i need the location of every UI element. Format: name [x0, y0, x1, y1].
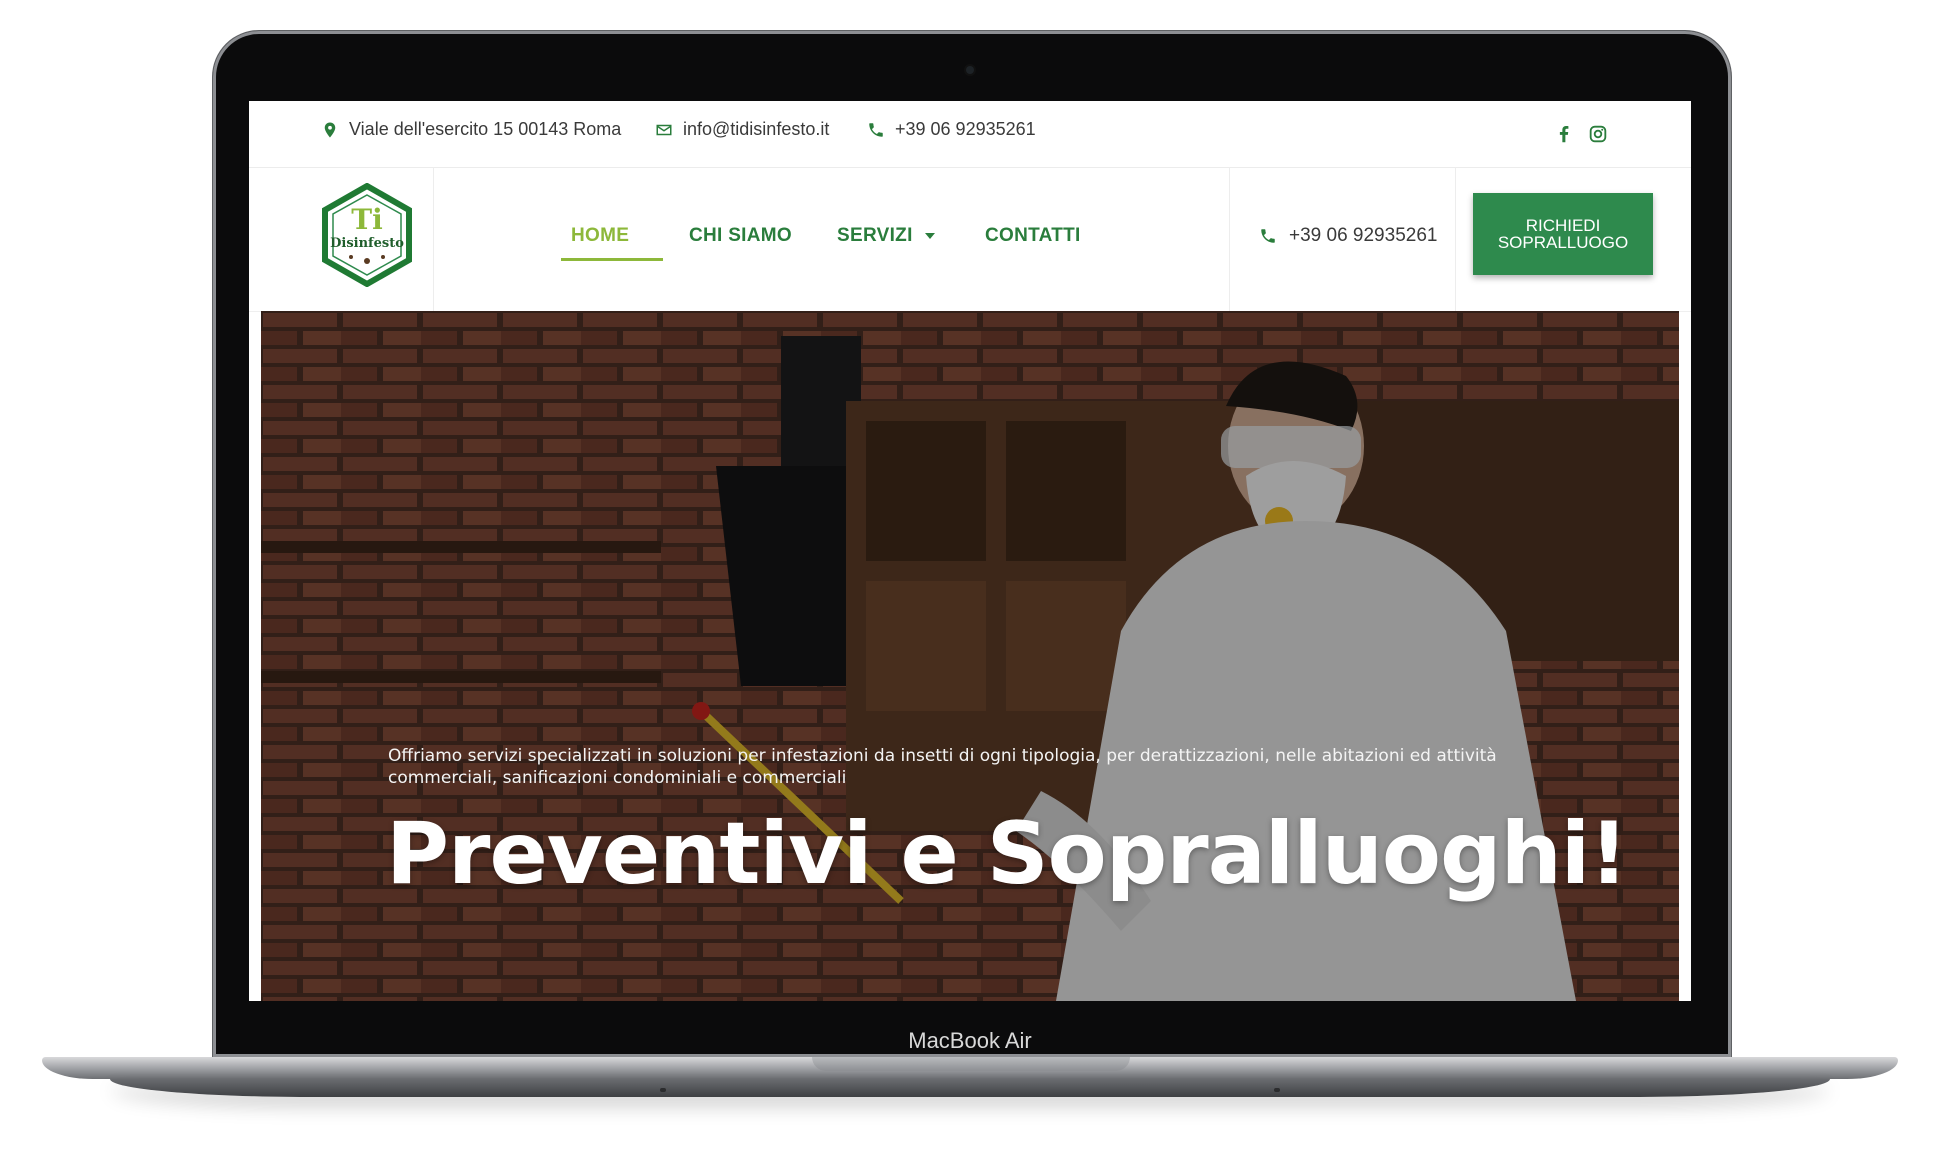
- nav-divider: [1455, 167, 1456, 311]
- phone-link[interactable]: +39 06 92935261: [895, 119, 1036, 140]
- instagram-icon[interactable]: [1587, 123, 1609, 145]
- phone-icon: [869, 122, 883, 137]
- cta-line-2: SOPRALLUOGO: [1497, 233, 1629, 252]
- hero-banner: Offriamo servizi specializzati in soluzi…: [261, 311, 1679, 1001]
- nav-home[interactable]: HOME: [571, 225, 629, 247]
- facebook-icon[interactable]: [1553, 123, 1575, 145]
- caret-down-icon: [924, 232, 935, 239]
- nav-active-indicator: [561, 258, 663, 261]
- cta-line-1: RICHIEDI: [1525, 216, 1601, 235]
- email-item[interactable]: info@tidisinfesto.it: [655, 119, 829, 140]
- hero-subtitle: Offriamo servizi specializzati in soluzi…: [388, 746, 1497, 788]
- email-link[interactable]: info@tidisinfesto.it: [683, 119, 829, 140]
- nav-chi-siamo[interactable]: CHI SIAMO: [689, 225, 792, 247]
- location-pin-icon: [324, 122, 336, 137]
- site-logo[interactable]: Ti Disinfesto: [315, 183, 419, 287]
- laptop-foot: [1274, 1088, 1280, 1092]
- phone-icon: [1261, 229, 1275, 243]
- laptop-base-bottom: [110, 1079, 1830, 1097]
- address-text: Viale dell'esercito 15 00143 Roma: [349, 119, 622, 139]
- logo-text: Disinfesto: [330, 236, 404, 251]
- laptop-foot: [660, 1088, 666, 1092]
- address-item: Viale dell'esercito 15 00143 Roma: [321, 119, 621, 140]
- nav-phone[interactable]: +39 06 92935261: [1259, 225, 1437, 247]
- request-inspection-button[interactable]: RICHIEDI SOPRALLUOGO: [1473, 193, 1653, 275]
- nav-divider: [1229, 167, 1230, 311]
- nav-servizi[interactable]: SERVIZI: [837, 225, 935, 247]
- nav-divider: [433, 167, 434, 311]
- logo-monogram: Ti: [351, 203, 382, 236]
- nav-contatti[interactable]: CONTATTI: [985, 225, 1081, 247]
- laptop-notch: [812, 1057, 1130, 1071]
- hero-title: Preventivi e Sopralluoghi!: [386, 804, 1628, 904]
- website-screen: Viale dell'esercito 15 00143 Roma info@t…: [249, 101, 1691, 1001]
- device-label: MacBook Air: [908, 1028, 1032, 1053]
- nav-servizi-label: SERVIZI: [837, 225, 913, 246]
- envelope-icon: [656, 124, 672, 135]
- nav-phone-text: +39 06 92935261: [1289, 225, 1438, 246]
- phone-item[interactable]: +39 06 92935261: [867, 119, 1036, 140]
- top-info-bar: Viale dell'esercito 15 00143 Roma info@t…: [249, 101, 1691, 168]
- camera-icon: [966, 66, 974, 74]
